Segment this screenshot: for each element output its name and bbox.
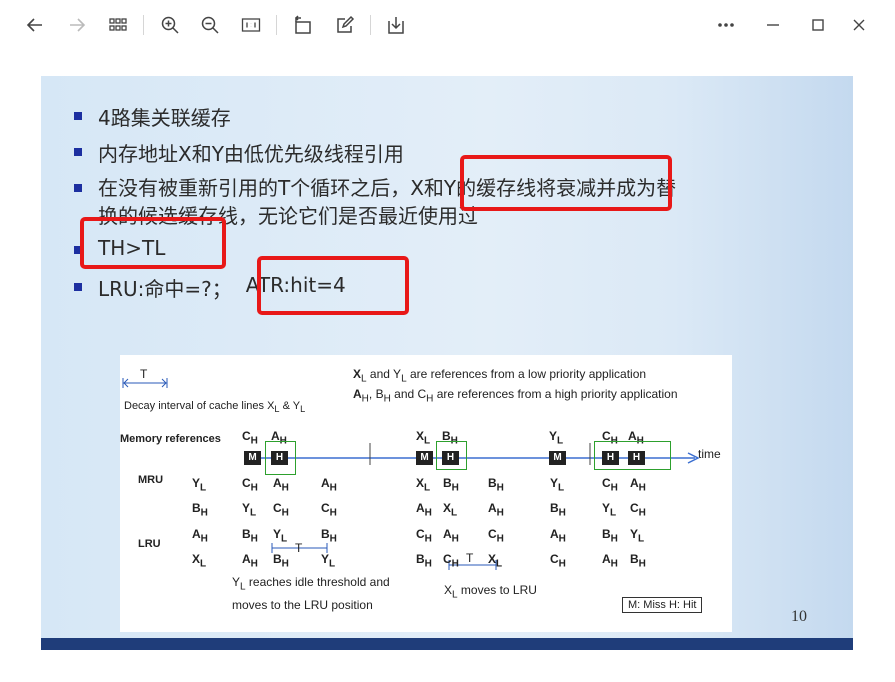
hit-highlight-box — [436, 441, 467, 470]
hit-highlight-box — [594, 441, 671, 470]
annotation-box — [257, 256, 409, 315]
bullet-square — [74, 283, 82, 291]
cache-diagram: T Decay interval of cache lines XL & YL … — [120, 355, 732, 632]
ref-yl: YL — [549, 429, 564, 447]
maximize-icon[interactable] — [803, 10, 833, 40]
miss-hit-legend: M: Miss H: Hit — [622, 597, 703, 613]
annotation-box — [80, 217, 226, 269]
back-icon[interactable] — [20, 10, 50, 40]
stack-column: BH AH CH XL — [488, 476, 504, 570]
mru-label: MRU — [138, 474, 164, 486]
viewer-toolbar — [0, 0, 895, 52]
bullet-square — [74, 184, 82, 192]
legend-line-1: XL and YL are references from a low prio… — [353, 367, 647, 385]
miss-marker: M — [549, 451, 566, 465]
time-label: time — [698, 447, 721, 461]
t-label-2: T — [295, 541, 303, 555]
t-label: T — [140, 367, 148, 381]
xl-note: XL moves to LRU — [444, 583, 537, 601]
stack-column: CH YL BH AH — [242, 476, 258, 570]
bullet-text: 4路集关联缓存 — [98, 106, 231, 130]
stack-column: XL AH CH BH — [416, 476, 432, 570]
ref-ch: CH — [242, 429, 258, 447]
more-icon[interactable] — [711, 10, 741, 40]
zoom-in-icon[interactable] — [155, 10, 185, 40]
rotate-icon[interactable] — [288, 10, 318, 40]
slide-bottom-bar — [41, 638, 853, 650]
lru-label: LRU — [138, 538, 161, 550]
stack-column: AH CH YL BH — [273, 476, 289, 570]
miss-marker: M — [416, 451, 433, 465]
bullet-item: 内存地址X和Y由低优先级线程引用 — [74, 138, 404, 167]
minimize-icon[interactable] — [758, 10, 788, 40]
memory-references-label: Memory references — [120, 433, 221, 445]
save-icon[interactable] — [381, 10, 411, 40]
page-number: 10 — [791, 608, 807, 625]
grid-icon[interactable] — [103, 10, 133, 40]
miss-marker: M — [244, 451, 261, 465]
bullet-text: LRU:命中=?； — [98, 277, 232, 301]
bullet-text: 内存地址X和Y由低优先级线程引用 — [98, 142, 404, 166]
bullet-square — [74, 148, 82, 156]
stack-column: YL BH AH CH — [550, 476, 566, 570]
annotation-box — [460, 155, 672, 211]
zoom-out-icon[interactable] — [195, 10, 225, 40]
close-icon[interactable] — [844, 10, 874, 40]
ref-xl: XL — [416, 429, 431, 447]
decay-label: Decay interval of cache lines XL & YL — [124, 400, 306, 415]
forward-icon[interactable] — [62, 10, 92, 40]
stack-column: AH CH BH YL — [321, 476, 337, 570]
yl-note: YL reaches idle threshold and moves to th… — [232, 575, 390, 613]
actual-size-icon[interactable] — [236, 10, 266, 40]
t-label-3: T — [466, 551, 474, 565]
legend-line-2: AH, BH and CH are references from a high… — [353, 387, 678, 405]
stack-column: YL BH AH XL — [192, 476, 208, 570]
slide-image: 4路集关联缓存 内存地址X和Y由低优先级线程引用 在没有被重新引用的T个循环之后… — [41, 76, 853, 650]
stack-column: BH XL AH CH — [443, 476, 459, 570]
edit-icon[interactable] — [330, 10, 360, 40]
hit-highlight-box — [265, 441, 296, 475]
stack-column: CH YL BH AH — [602, 476, 618, 570]
bullet-square — [74, 112, 82, 120]
stack-column: AH CH YL BH — [630, 476, 646, 570]
bullet-item: 4路集关联缓存 — [74, 102, 231, 131]
